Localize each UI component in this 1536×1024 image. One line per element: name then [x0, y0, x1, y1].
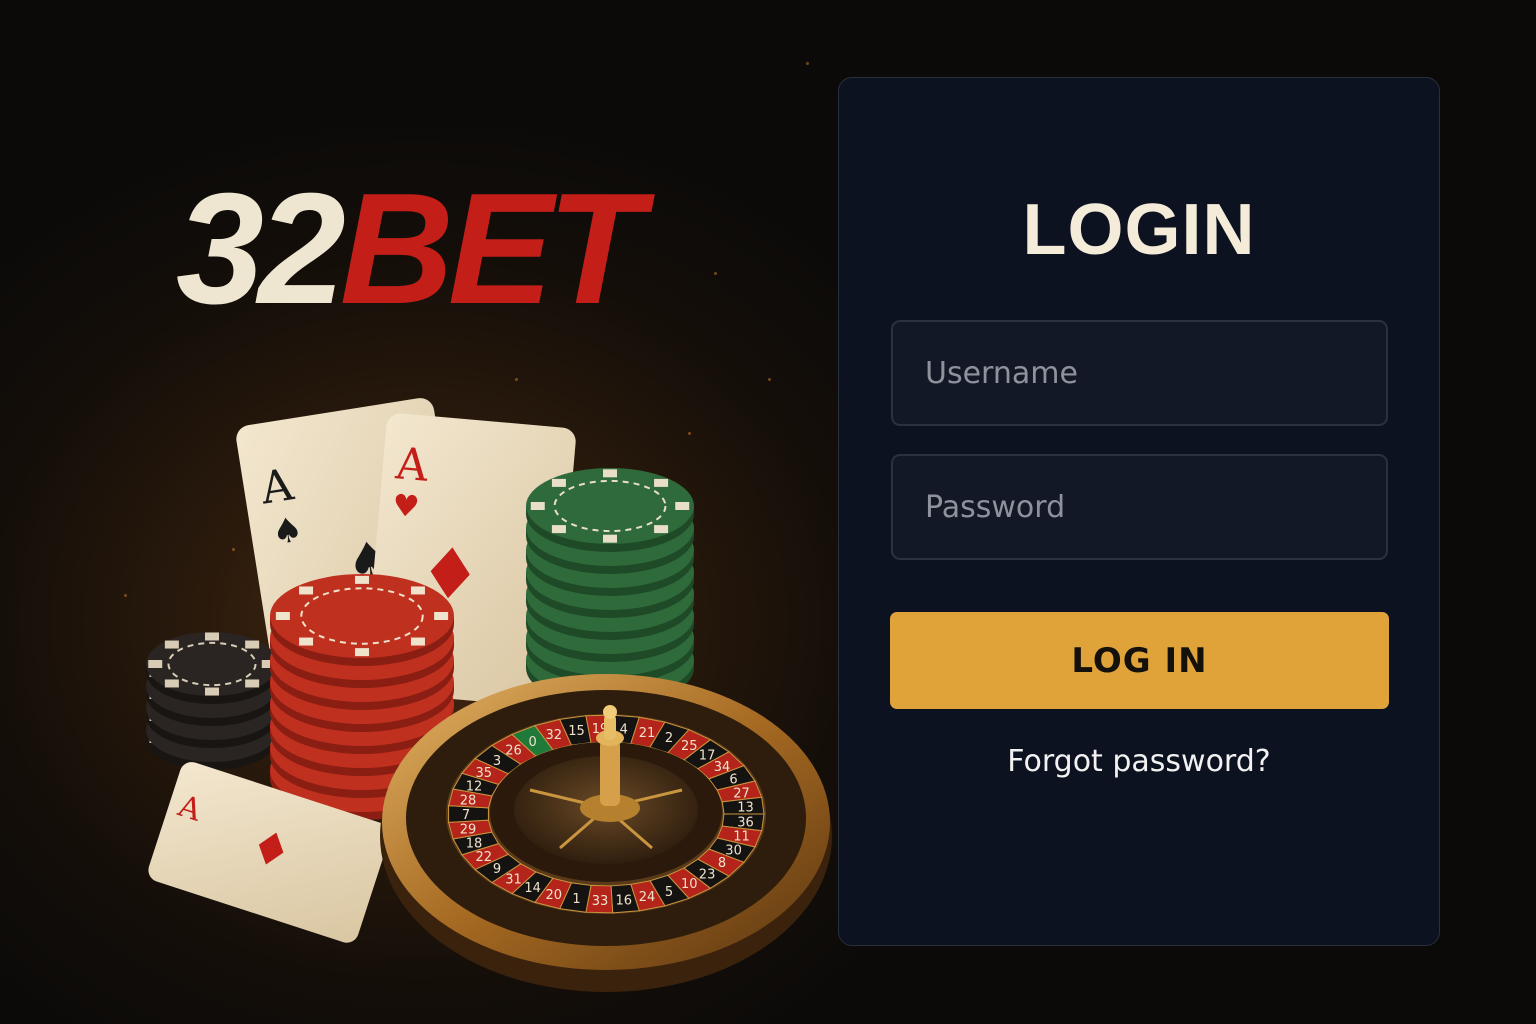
- username-input[interactable]: [891, 320, 1388, 426]
- roulette-number: 28: [460, 793, 477, 808]
- heart-icon: ♥: [391, 488, 421, 525]
- roulette-number: 5: [665, 885, 673, 900]
- roulette-number: 33: [592, 894, 609, 909]
- black-chip-stack: [146, 632, 278, 770]
- roulette-number: 12: [466, 779, 483, 794]
- login-card: LOGIN LOG IN Forgot password?: [838, 77, 1440, 946]
- roulette-number: 8: [718, 856, 726, 871]
- roulette-number: 21: [639, 726, 656, 741]
- roulette-number: 23: [699, 868, 716, 883]
- roulette-number: 24: [639, 890, 656, 905]
- login-title: LOGIN: [1022, 190, 1256, 270]
- roulette-number: 1: [572, 892, 580, 907]
- roulette-number: 18: [466, 837, 483, 852]
- roulette-number: 0: [528, 735, 536, 750]
- roulette-number: 35: [476, 766, 493, 781]
- roulette-number: 15: [568, 724, 585, 739]
- roulette-number: 29: [460, 823, 477, 838]
- green-chip-stack: [526, 468, 694, 706]
- card-rank: A: [393, 438, 431, 492]
- roulette-number: 3: [493, 754, 501, 769]
- spade-icon: ♠: [269, 509, 305, 553]
- login-page: 32BET A ♠ ♠ A ♥ ♦ A ♦ 36 11 30 8 23 10 5…: [0, 0, 1536, 1024]
- password-input[interactable]: [891, 454, 1388, 560]
- roulette-number: 20: [546, 888, 563, 903]
- roulette-number: 16: [616, 893, 633, 908]
- login-button[interactable]: LOG IN: [890, 612, 1389, 709]
- roulette-number: 9: [493, 862, 501, 877]
- roulette-number: 22: [476, 850, 493, 865]
- casino-illustration: A ♠ ♠ A ♥ ♦ A ♦ 361130823105241633120143…: [146, 398, 832, 992]
- roulette-wheel: 3611308231052416331201431922182972812353…: [380, 674, 832, 992]
- roulette-number: 32: [546, 728, 563, 743]
- roulette-number: 10: [681, 877, 698, 892]
- roulette-number: 26: [505, 743, 522, 758]
- forgot-password-link[interactable]: Forgot password?: [839, 744, 1439, 779]
- roulette-number: 7: [462, 808, 470, 823]
- roulette-number: 2: [665, 731, 673, 746]
- roulette-number: 14: [524, 881, 541, 896]
- roulette-number: 13: [737, 801, 754, 816]
- roulette-number: 31: [505, 873, 522, 888]
